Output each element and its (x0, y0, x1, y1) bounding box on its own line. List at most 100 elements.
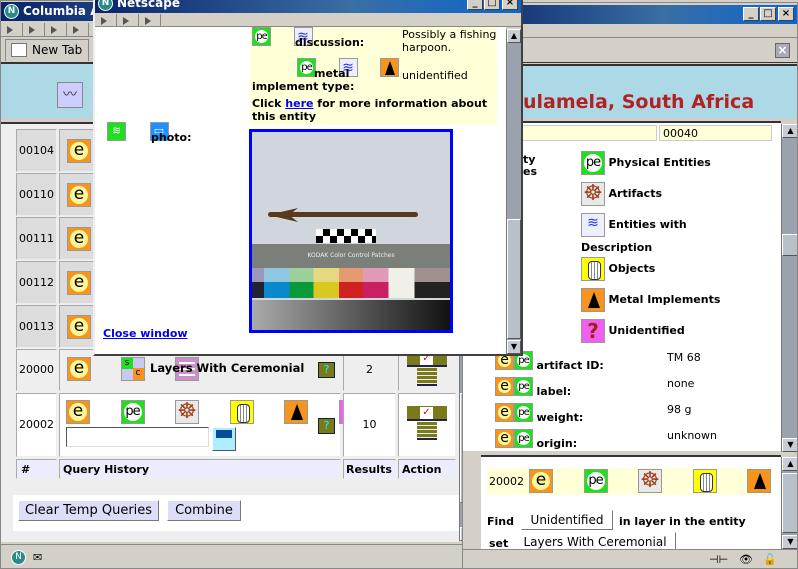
toolbar-grip[interactable] (139, 14, 161, 27)
entity-icon[interactable] (67, 315, 91, 339)
more-info-prefix: Click (252, 97, 286, 110)
nav-toolbar (95, 14, 521, 27)
close-button[interactable]: × (502, 0, 518, 10)
pe-icon (581, 151, 605, 175)
detail-scrollbar[interactable]: ▲ ▼ (781, 124, 797, 452)
attribute-label: label: (536, 384, 572, 398)
row-id: 00104 (16, 129, 57, 172)
action-icon[interactable] (407, 352, 447, 388)
pe-icon (514, 377, 533, 396)
attribute-row: artifact ID: TM 68 (495, 351, 775, 377)
entity-set-select[interactable]: Layers With Ceremonial (514, 532, 676, 549)
entity-icon[interactable] (67, 183, 91, 207)
query-help-icon[interactable]: ? (318, 418, 335, 434)
scroll-thumb[interactable] (782, 473, 797, 533)
metal-implement-icon (581, 288, 605, 312)
query-id: 20002 (489, 475, 524, 488)
barrel-icon[interactable] (229, 400, 254, 424)
action-cell (398, 393, 456, 457)
security-lock-icon[interactable]: 🔓 (763, 553, 777, 566)
page-icon (11, 43, 27, 57)
sc-icon[interactable]: sc (120, 357, 145, 381)
question-icon: ? (581, 319, 605, 343)
save-icon[interactable] (212, 427, 236, 451)
photo-label: photo: (151, 131, 192, 144)
maximize-button[interactable]: □ (760, 7, 776, 21)
legend-item: ≋ Entities with Description (581, 213, 731, 257)
map-icon[interactable]: 〰 (57, 82, 83, 108)
toolbar-grip[interactable] (67, 23, 89, 36)
scroll-up-arrow[interactable]: ▲ (782, 457, 797, 471)
set-label: set (489, 537, 509, 549)
entity-icon[interactable] (67, 139, 91, 163)
scroll-thumb[interactable] (782, 234, 797, 256)
privacy-icon[interactable]: 👁 (739, 553, 753, 566)
row-id: 20000 (16, 349, 57, 391)
close-tab-icon[interactable]: × (775, 43, 790, 58)
attribute-value: unknown (667, 429, 717, 442)
legend-label: Physical Entities (608, 156, 711, 169)
toolbar-grip[interactable] (45, 23, 67, 36)
close-button[interactable]: × (778, 7, 794, 21)
tab-new-tab[interactable]: New Tab (5, 39, 89, 61)
popup-title-bar[interactable]: N Netscape _ □ × (95, 0, 521, 13)
query-builder-scrollbar[interactable]: ▲ ▼ (781, 457, 797, 549)
scroll-down-arrow[interactable]: ▼ (782, 535, 797, 549)
more-info-link[interactable]: here (285, 97, 313, 110)
scroll-thumb[interactable] (507, 219, 521, 339)
metal-type-label: metal implement type: (252, 67, 355, 93)
pe-icon[interactable] (583, 469, 608, 493)
popup-scrollbar[interactable]: ▲ ▼ (506, 29, 521, 354)
scroll-down-arrow[interactable]: ▼ (507, 340, 521, 354)
popup-content: ≋ discussion: Possibly a fishing harpoon… (95, 27, 506, 354)
query-name-input[interactable] (66, 427, 209, 447)
combine-button[interactable]: Combine (167, 500, 241, 521)
color-patches-dark (252, 282, 450, 298)
maximize-button[interactable]: □ (484, 0, 500, 10)
mail-icon[interactable]: ✉ (33, 551, 53, 565)
scroll-down-arrow[interactable]: ▼ (782, 438, 797, 452)
metal-implement-icon[interactable] (747, 469, 771, 493)
metal-implement-icon[interactable] (284, 400, 308, 424)
barrel-icon[interactable] (692, 469, 717, 493)
legend-label: Objects (608, 262, 656, 275)
query-help-icon[interactable]: ? (318, 362, 335, 378)
status-bar: ⊣⊢ 👁 🔓 (463, 549, 797, 568)
attribute-value: TM 68 (667, 351, 701, 364)
minimize-button[interactable]: _ (467, 0, 483, 10)
action-icon[interactable] (407, 406, 447, 442)
minimize-button[interactable]: _ (743, 7, 759, 21)
entity-icon[interactable] (67, 271, 91, 295)
toolbar-grip[interactable] (23, 23, 45, 36)
entity-icon[interactable] (67, 227, 91, 251)
legend-label: Unidentified (608, 324, 685, 337)
toolbar-grip[interactable] (117, 14, 139, 27)
wheel-icon[interactable]: ☸ (638, 469, 662, 493)
scroll-up-arrow[interactable]: ▲ (507, 29, 521, 43)
netscape-popup-window: N Netscape _ □ × ≋ discussion: Possibly … (93, 0, 523, 356)
site-title: ulamela, South Africa (523, 91, 755, 113)
scroll-up-arrow[interactable]: ▲ (782, 124, 797, 138)
artifact-photo[interactable]: KODAK Color Control Patches (249, 129, 453, 333)
legend-item: Metal Implements (581, 288, 771, 319)
types-label: es (523, 165, 538, 178)
entity-icon[interactable] (529, 469, 553, 493)
find-text: in layer in the entity (619, 515, 746, 528)
row-id: 00112 (16, 261, 57, 304)
description-icon: ≋ (581, 213, 605, 237)
wheel-icon[interactable]: ☸ (175, 400, 199, 424)
attribute-list: artifact ID: TM 68 label: none weight: 98 g… (495, 351, 775, 455)
connection-icon[interactable]: ⊣⊢ (709, 553, 728, 566)
entity-icon[interactable] (66, 400, 90, 424)
result-count: 10 (343, 393, 396, 457)
toolbar-grip[interactable] (1, 23, 23, 36)
netscape-status-icon[interactable]: N (11, 550, 26, 565)
toolbar-grip[interactable] (95, 14, 117, 27)
metal-implement-icon (380, 58, 399, 77)
clear-temp-queries-button[interactable]: Clear Temp Queries (18, 500, 159, 521)
find-type-select[interactable]: Unidentified (521, 510, 613, 530)
pe-icon[interactable] (120, 400, 145, 424)
close-window-link[interactable]: Close window (103, 327, 188, 340)
entity-icon[interactable] (67, 357, 91, 381)
header-action: Action (398, 459, 456, 479)
